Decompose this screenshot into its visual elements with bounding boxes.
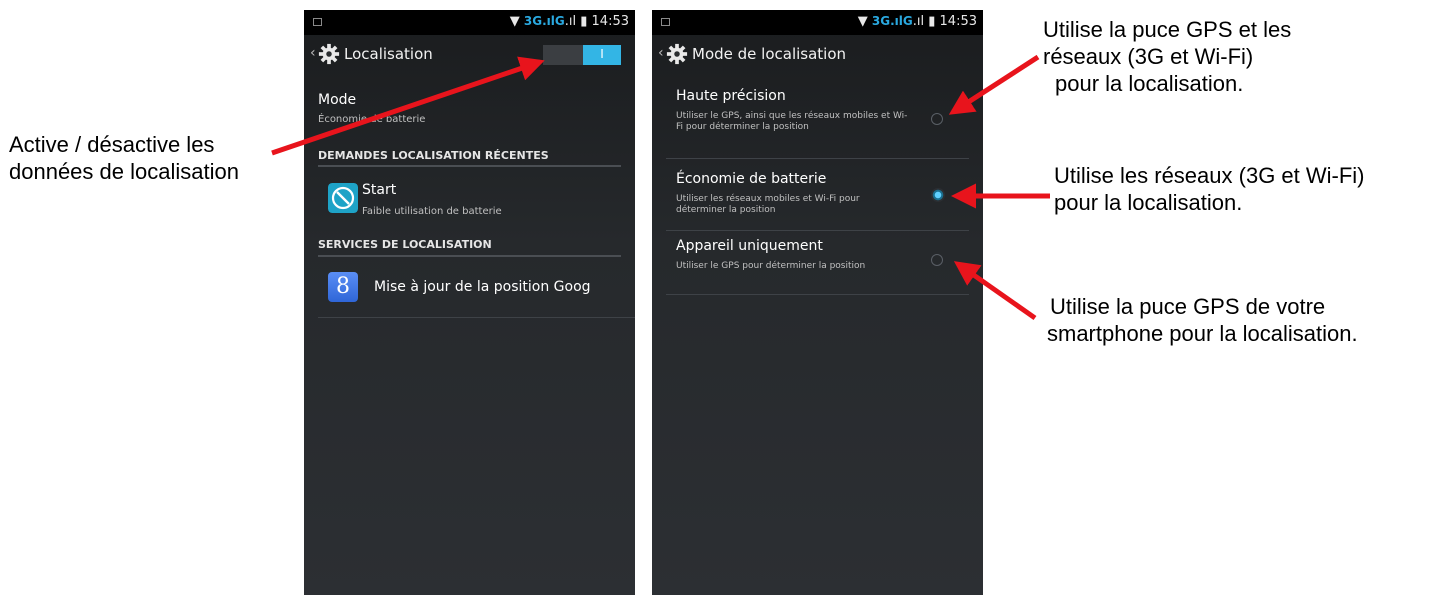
annotation-arrows xyxy=(271,54,1050,321)
arrow-to-high-accuracy xyxy=(948,54,1040,115)
arrow-to-toggle xyxy=(271,56,545,156)
arrow-to-device-only xyxy=(953,261,1037,321)
